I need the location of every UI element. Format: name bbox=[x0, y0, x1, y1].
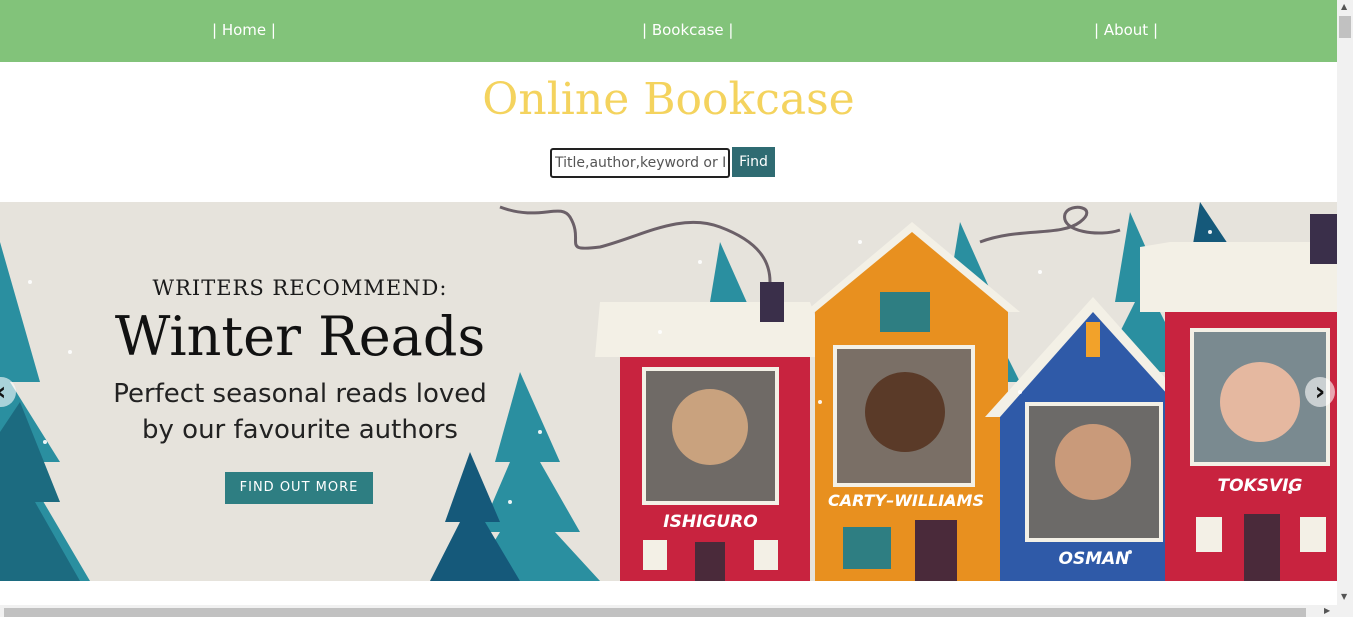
banner-eyebrow: WRITERS RECOMMEND: bbox=[152, 276, 448, 300]
author-label-toksvig: TOKSVIG bbox=[1217, 476, 1303, 496]
banner-subline-2: by our favourite authors bbox=[142, 415, 458, 445]
nav-link-about[interactable]: | About | bbox=[1094, 21, 1158, 39]
nav-link-home[interactable]: | Home | bbox=[212, 21, 276, 39]
banner-text-block: WRITERS RECOMMEND: Winter Reads Perfect … bbox=[110, 276, 490, 448]
horizontal-scrollbar-thumb[interactable] bbox=[4, 608, 1306, 617]
search-input[interactable] bbox=[550, 148, 730, 178]
author-label-carty-williams: CARTY–WILLIAMS bbox=[828, 491, 984, 510]
author-label-osman: OSMAN bbox=[1058, 549, 1130, 569]
chevron-left-icon: ‹ bbox=[0, 377, 6, 407]
scroll-right-arrow-icon[interactable]: ▶ bbox=[1324, 606, 1330, 615]
find-out-more-button[interactable]: FIND OUT MORE bbox=[225, 472, 373, 504]
page-title: Online Bookcase bbox=[482, 74, 855, 125]
scroll-up-arrow-icon[interactable]: ▲ bbox=[1341, 2, 1347, 11]
top-navigation-bar: | Home | | Bookcase | | About | bbox=[0, 0, 1337, 62]
carousel-next-button[interactable]: › bbox=[1305, 377, 1335, 407]
scroll-down-arrow-icon[interactable]: ▼ bbox=[1341, 592, 1347, 601]
carousel-banner[interactable]: WRITERS RECOMMEND: Winter Reads Perfect … bbox=[0, 202, 1337, 581]
chevron-right-icon: › bbox=[1314, 377, 1326, 407]
vertical-scrollbar[interactable]: ▲ ▼ bbox=[1337, 0, 1353, 617]
author-label-ishiguro: ISHIGURO bbox=[663, 512, 758, 532]
horizontal-scrollbar[interactable]: ▶ bbox=[0, 605, 1337, 617]
find-button[interactable]: Find bbox=[732, 147, 775, 177]
banner-headline: Winter Reads bbox=[114, 305, 486, 368]
vertical-scrollbar-thumb[interactable] bbox=[1339, 16, 1351, 38]
nav-link-bookcase[interactable]: | Bookcase | bbox=[642, 21, 733, 39]
banner-subline-1: Perfect seasonal reads loved bbox=[113, 379, 487, 409]
